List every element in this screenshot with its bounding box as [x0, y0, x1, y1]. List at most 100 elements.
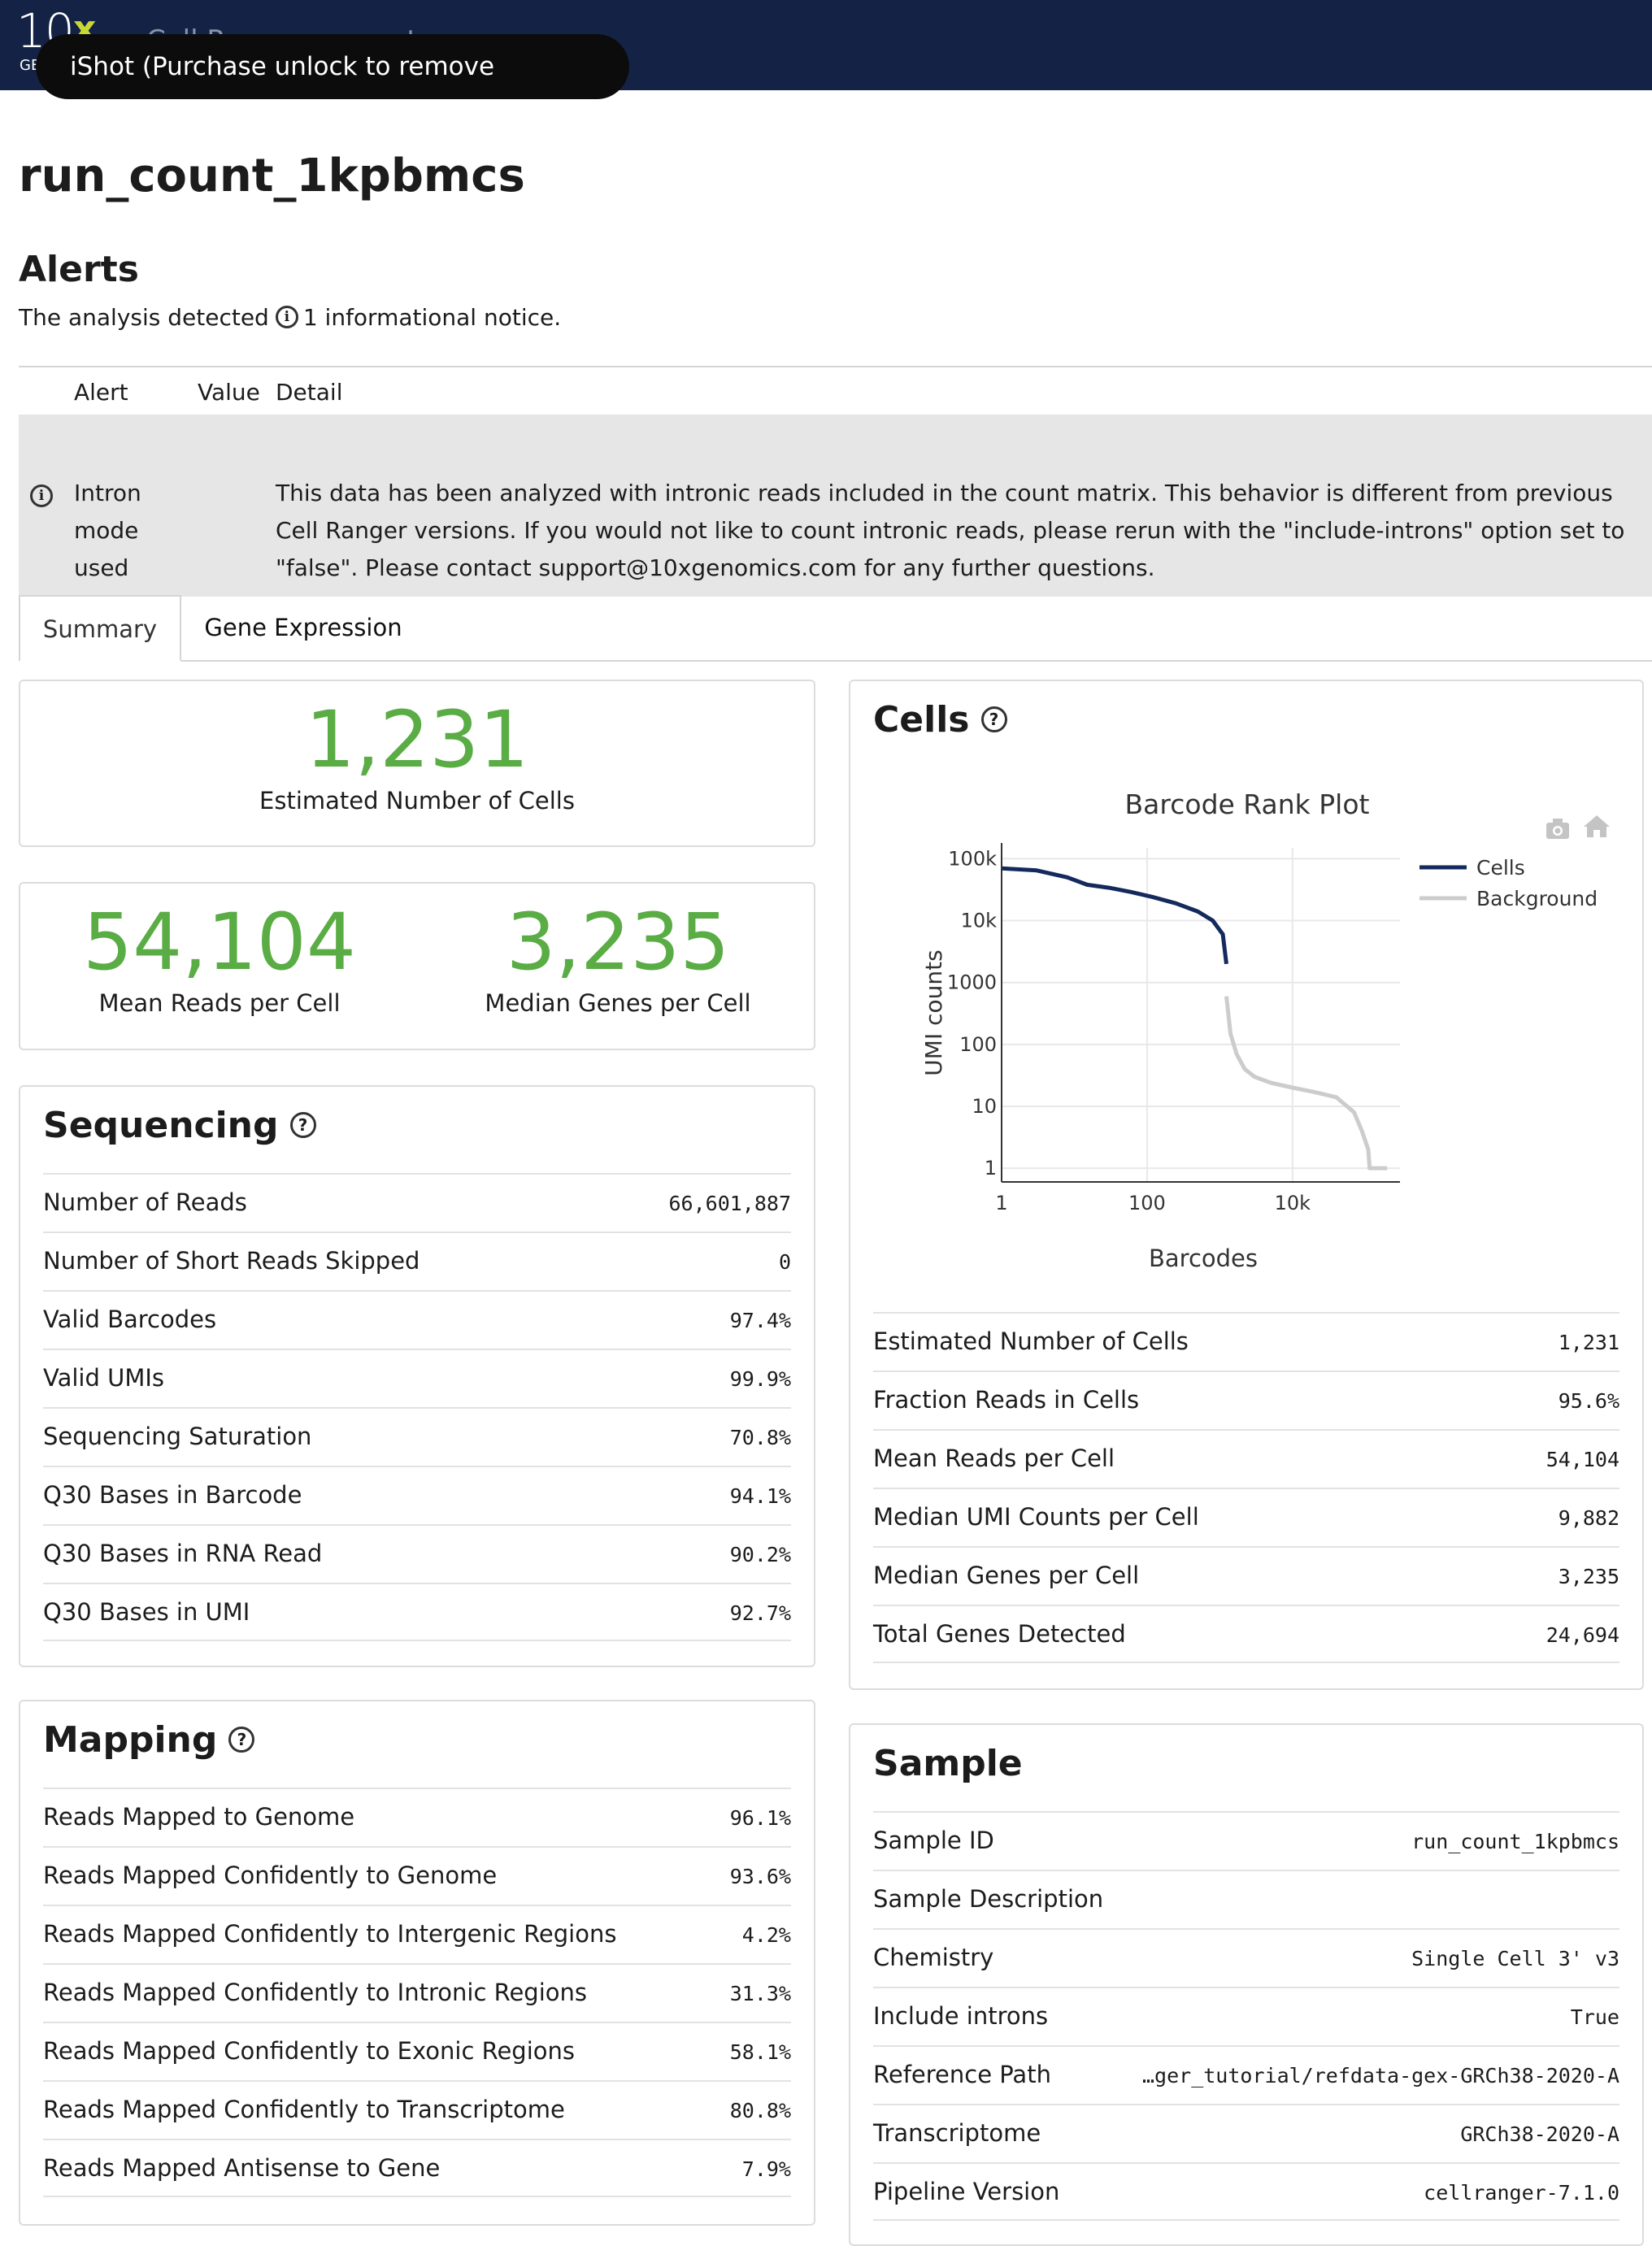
metric-value: 4.2% [741, 1923, 791, 1947]
metric-row: Include introns True [873, 1987, 1619, 2045]
help-icon[interactable]: ? [980, 706, 1007, 732]
metric-label: Sample Description [873, 1885, 1104, 1913]
help-icon[interactable]: ? [289, 1112, 316, 1138]
hero-cells-card: 1,231 Estimated Number of Cells [19, 680, 815, 847]
hero-reads-genes-card: 54,104 Mean Reads per Cell 3,235 Median … [19, 882, 815, 1050]
metric-row: Sample ID run_count_1kpbmcs [873, 1811, 1619, 1870]
tab-summary[interactable]: Summary [19, 595, 181, 662]
mapping-card: Mapping? Reads Mapped to Genome 96.1% Read… [19, 1700, 815, 2226]
metric-row: Reads Mapped Confidently to Exonic Regio… [43, 2022, 791, 2080]
x-tick-label: 10k [1275, 1192, 1311, 1214]
metric-label: Median UMI Counts per Cell [873, 1503, 1199, 1531]
watermark-overlay: iShot (Purchase unlock to remove waterma… [36, 34, 629, 146]
sequencing-table: Number of Reads 66,601,887 Number of Short… [43, 1173, 791, 1641]
metric-row: Reads Mapped Confidently to Transcriptom… [43, 2080, 791, 2139]
y-tick-label: 1 [985, 1157, 997, 1179]
help-icon[interactable]: ? [228, 1727, 255, 1753]
metric-row: Q30 Bases in UMI 92.7% [43, 1583, 791, 1641]
metric-row: Valid UMIs 99.9% [43, 1349, 791, 1407]
metric-value: 54,104 [1545, 1448, 1619, 1471]
metric-row: Reads Mapped Confidently to Intergenic R… [43, 1905, 791, 1963]
metric-value: …ger_tutorial/refdata-gex-GRCh38-2020-A [1142, 2064, 1619, 2087]
metric-row: Total Genes Detected 24,694 [873, 1605, 1619, 1663]
metric-row: Estimated Number of Cells 1,231 [873, 1312, 1619, 1371]
sample-heading: Sample [873, 1743, 1023, 1784]
series-line-cells [1001, 866, 1228, 965]
alert-row: i Intron mode used This data has been an… [19, 415, 1652, 597]
metric-row: Reads Mapped Confidently to Genome 93.6% [43, 1846, 791, 1905]
home-icon[interactable] [1584, 815, 1610, 837]
estimated-cells-label: Estimated Number of Cells [259, 787, 575, 815]
info-icon: i [30, 484, 53, 507]
page-title: run_count_1kpbmcs [19, 150, 525, 202]
estimated-cells-value: 1,231 [305, 694, 529, 785]
column-header-detail: Detail [276, 379, 343, 406]
metric-label: Sample ID [873, 1827, 994, 1854]
metric-label: Q30 Bases in Barcode [43, 1481, 302, 1509]
alerts-table-header: Alert Value Detail [19, 366, 1652, 415]
metric-label: Number of Short Reads Skipped [43, 1247, 420, 1275]
metric-value: 7.9% [741, 2157, 791, 2181]
metric-value: 95.6% [1558, 1389, 1619, 1413]
median-genes-value: 3,235 [506, 897, 730, 988]
legend-label[interactable]: Cells [1476, 856, 1525, 880]
alert-name: Intron mode used [74, 480, 141, 581]
metric-label: Valid UMIs [43, 1364, 165, 1392]
sample-card: Sample Sample ID run_count_1kpbmcs Sample … [849, 1723, 1644, 2246]
metric-value: cellranger-7.1.0 [1424, 2181, 1619, 2205]
metric-value: 1,231 [1558, 1331, 1619, 1354]
metric-row: Reads Mapped to Genome 96.1% [43, 1788, 791, 1846]
info-icon: i [275, 306, 298, 328]
metric-label: Pipeline Version [873, 2178, 1060, 2205]
metric-value: 99.9% [729, 1367, 791, 1391]
camera-icon[interactable] [1546, 819, 1569, 839]
metric-row: Pipeline Version cellranger-7.1.0 [873, 2162, 1619, 2221]
metric-row: Number of Reads 66,601,887 [43, 1173, 791, 1232]
metric-value: 31.3% [729, 1982, 791, 2005]
metric-label: Reads Mapped Confidently to Genome [43, 1862, 498, 1889]
metric-value: run_count_1kpbmcs [1411, 1830, 1619, 1853]
metric-value: 92.7% [729, 1601, 791, 1625]
metric-value: 58.1% [729, 2040, 791, 2064]
metric-label: Reads Mapped Confidently to Intergenic R… [43, 1920, 617, 1948]
series-line-background [1224, 996, 1388, 1171]
metric-value: 24,694 [1545, 1623, 1619, 1647]
metric-row: Reads Mapped Antisense to Gene 7.9% [43, 2139, 791, 2197]
metric-row: Median UMI Counts per Cell 9,882 [873, 1488, 1619, 1546]
mapping-heading: Mapping? [43, 1719, 255, 1761]
metric-row: Reads Mapped Confidently to Intronic Reg… [43, 1963, 791, 2022]
metric-row: Median Genes per Cell 3,235 [873, 1546, 1619, 1605]
metric-value: 66,601,887 [668, 1192, 791, 1215]
y-tick-label: 10k [961, 910, 998, 932]
sequencing-card: Sequencing? Number of Reads 66,601,887 Num… [19, 1085, 815, 1667]
metric-label: Estimated Number of Cells [873, 1327, 1189, 1355]
metric-row: Fraction Reads in Cells 95.6% [873, 1371, 1619, 1429]
sequencing-heading-text: Sequencing [43, 1105, 279, 1146]
top-header-bar: 10 x GE Cell Ranger • count iShot (Purch… [0, 0, 1652, 146]
chart-title: Barcode Rank Plot [1125, 788, 1370, 820]
cells-table: Estimated Number of Cells 1,231 Fraction R… [873, 1312, 1619, 1663]
metric-label: Valid Barcodes [43, 1305, 217, 1333]
metric-value: True [1570, 2005, 1619, 2029]
column-header-value: Value [198, 379, 260, 406]
mean-reads-block: 54,104 Mean Reads per Cell [20, 884, 419, 1049]
metric-value: 9,882 [1558, 1506, 1619, 1530]
metric-label: Q30 Bases in UMI [43, 1598, 250, 1626]
alerts-summary-prefix: The analysis detected [19, 304, 269, 331]
tab-gene-expression[interactable]: Gene Expression [181, 595, 425, 662]
cells-heading: Cells? [873, 699, 1007, 741]
metric-label: Chemistry [873, 1944, 994, 1971]
metric-row: Valid Barcodes 97.4% [43, 1290, 791, 1349]
median-genes-label: Median Genes per Cell [485, 989, 751, 1017]
metric-label: Q30 Bases in RNA Read [43, 1540, 323, 1567]
mapping-table: Reads Mapped to Genome 96.1% Reads Mapped … [43, 1788, 791, 2197]
chart-x-axis-label: Barcodes [1149, 1245, 1258, 1272]
metric-row: Number of Short Reads Skipped 0 [43, 1232, 791, 1290]
cells-heading-text: Cells [873, 699, 970, 741]
metric-row: Mean Reads per Cell 54,104 [873, 1429, 1619, 1488]
x-tick-label: 100 [1128, 1192, 1166, 1214]
barcode-rank-svg: 1 100 10k 1 10 100 1000 10k 100k Barcode Rank Pl… [920, 788, 1610, 1272]
metric-label: Reads Mapped Confidently to Transcriptom… [43, 2096, 565, 2123]
legend-label[interactable]: Background [1476, 887, 1598, 910]
metric-value: 70.8% [729, 1426, 791, 1449]
